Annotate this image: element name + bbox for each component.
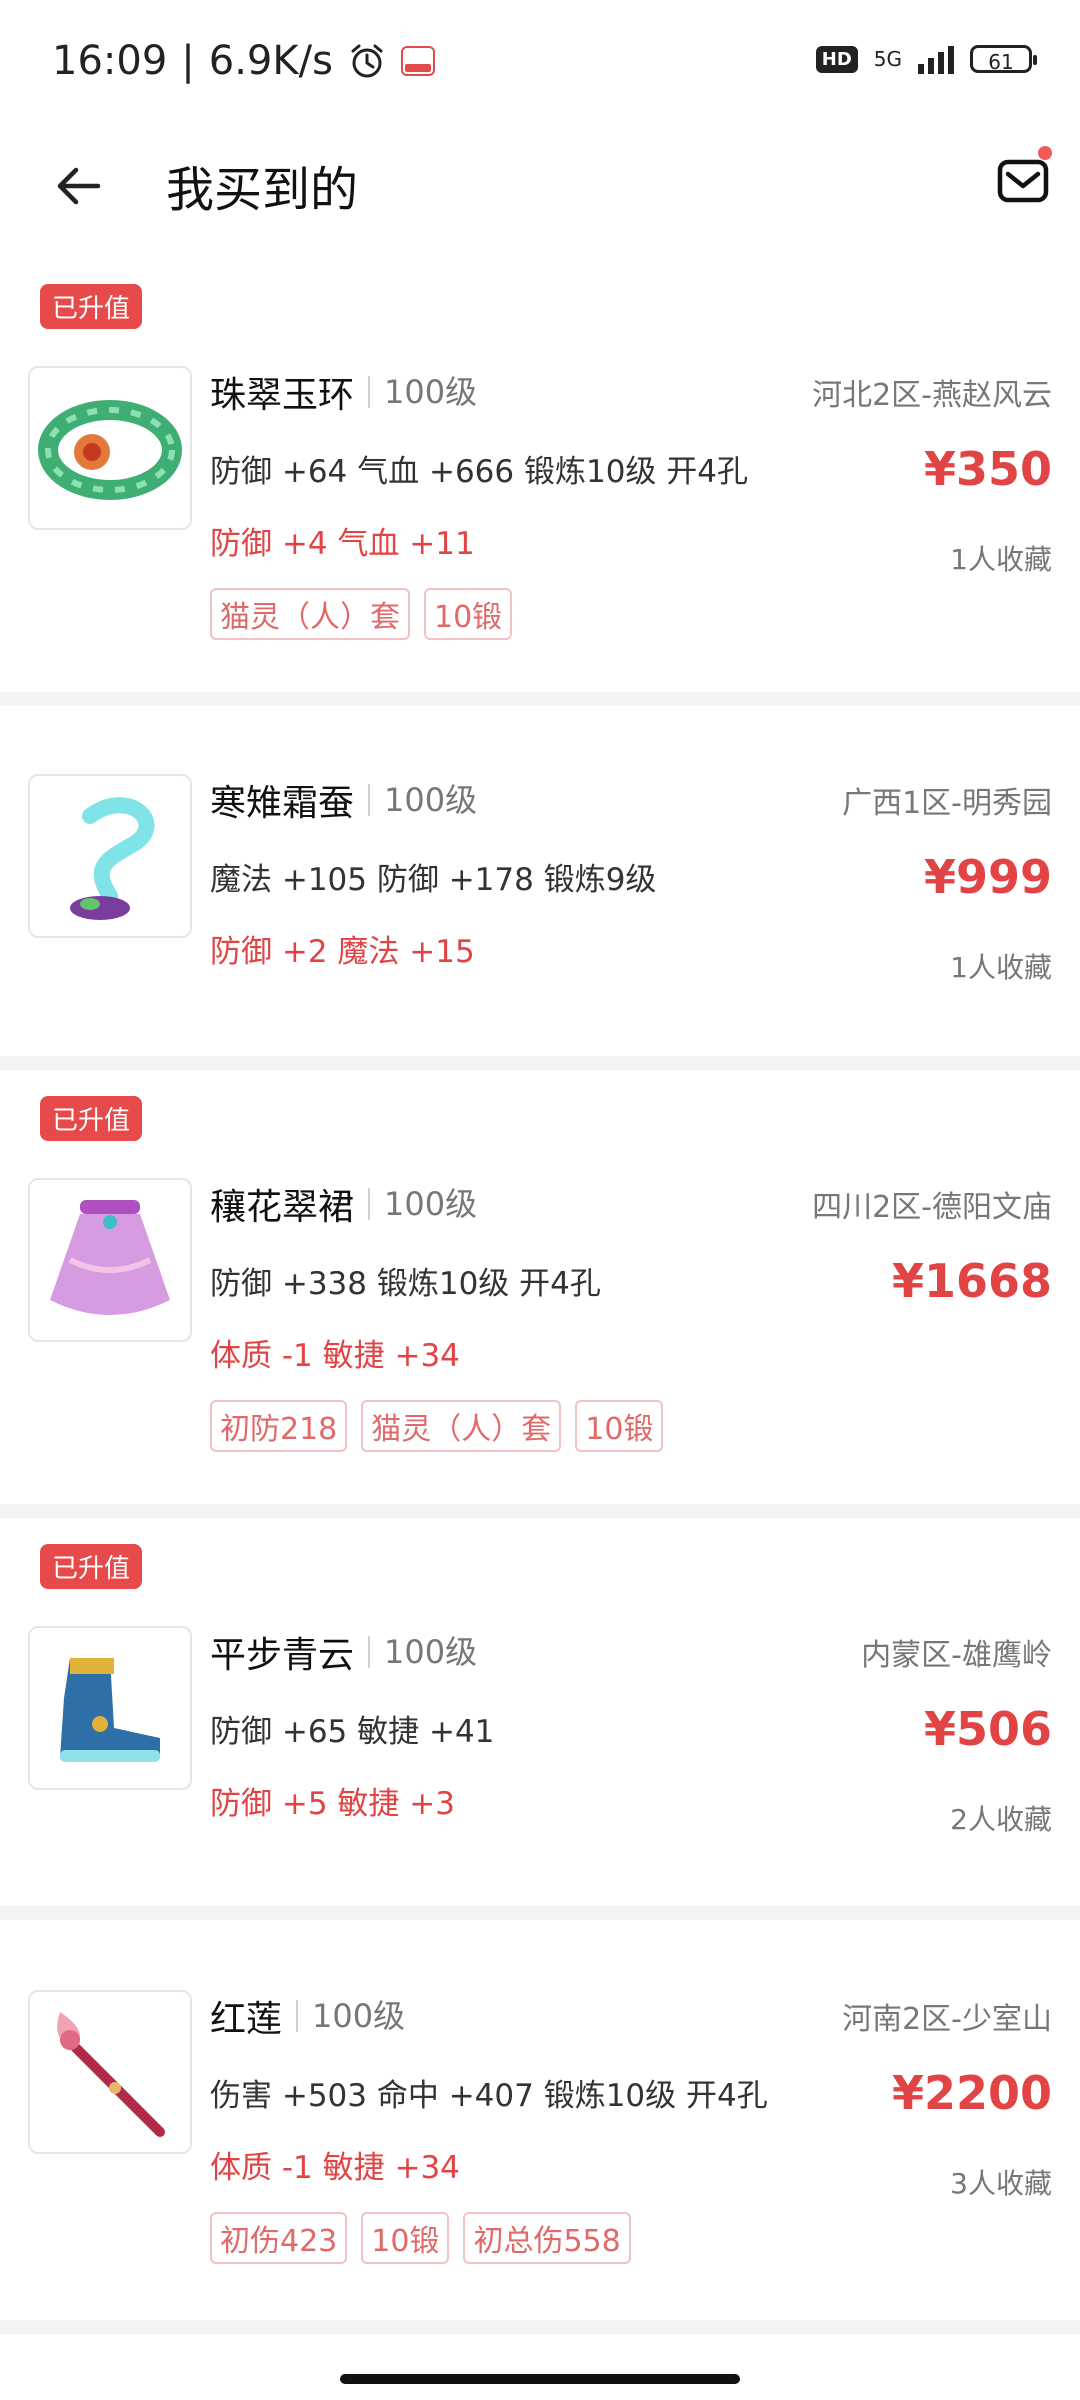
item-name-row: 平步青云 100级: [210, 1626, 477, 1678]
item-tag: 猫灵（人）套: [210, 588, 410, 640]
item-tags: 初伤423 10锻 初总伤558: [210, 2212, 631, 2264]
item-level: 100级: [368, 376, 477, 408]
jade-bracelet-icon: [38, 400, 182, 500]
skirt-icon: [50, 1200, 170, 1315]
signal-icon: [918, 44, 954, 74]
item-price: ¥1668: [891, 1254, 1052, 1308]
hd-icon: HD: [815, 45, 858, 73]
appreciated-badge: 已升值: [40, 284, 143, 329]
item-stats: 防御 +65 敏捷 +41: [210, 1714, 495, 1750]
item-bonus: 体质 -1 敏捷 +34: [210, 1338, 460, 1374]
item-thumbnail: [28, 1990, 192, 2154]
item-tag: 10锻: [575, 1400, 664, 1452]
page-title: 我买到的: [166, 162, 359, 218]
mail-icon[interactable]: [996, 152, 1052, 208]
item-name: 平步青云: [210, 1635, 355, 1676]
divider: [0, 1056, 1080, 1070]
list-item[interactable]: 已升值 珠翠玉环 100级 河北2区-燕赵风云 防御 +64 气血 +666 锻…: [0, 270, 1080, 690]
item-tag: 10锻: [424, 588, 513, 640]
item-tags: 初防218 猫灵（人）套 10锻: [210, 1400, 664, 1452]
item-thumbnail: [28, 1626, 192, 1790]
item-favorites: 2人收藏: [950, 1803, 1052, 1836]
status-right: HD 5G 61: [815, 44, 1037, 74]
item-bonus: 防御 +2 魔法 +15: [210, 934, 475, 970]
item-name-row: 穰花翠裙 100级: [210, 1178, 477, 1230]
notification-app-icon: [400, 46, 435, 76]
item-name-row: 珠翠玉环 100级: [210, 366, 477, 418]
item-bonus: 体质 -1 敏捷 +34: [210, 2150, 460, 2186]
item-tag: 初防218: [210, 1400, 348, 1452]
item-tag: 猫灵（人）套: [361, 1400, 562, 1452]
item-favorites: 1人收藏: [950, 951, 1052, 984]
item-thumbnail: [28, 1178, 192, 1342]
item-server: 河北2区-燕赵风云: [812, 378, 1052, 413]
item-level: 100级: [368, 1636, 477, 1668]
boots-icon: [60, 1658, 160, 1762]
status-time: 16:09: [52, 38, 168, 84]
item-price: ¥2200: [891, 2066, 1052, 2120]
item-stats: 魔法 +105 防御 +178 锻炼9级: [210, 862, 657, 898]
lotus-staff-icon: [57, 2012, 165, 2137]
divider: [0, 692, 1080, 706]
status-speed: 6.9K/s: [208, 38, 333, 84]
list-item[interactable]: 寒雉霜蚕 100级 广西1区-明秀园 魔法 +105 防御 +178 锻炼9级 …: [0, 706, 1080, 1056]
unread-dot: [1038, 146, 1052, 160]
home-indicator[interactable]: [340, 2374, 740, 2384]
item-price: ¥506: [923, 1702, 1052, 1756]
item-price: ¥999: [923, 850, 1052, 904]
item-tag: 初伤423: [210, 2212, 348, 2264]
status-left: 16:09 | 6.9K/s: [52, 38, 435, 84]
item-level: 100级: [296, 2000, 405, 2032]
alarm-icon: [351, 44, 383, 78]
item-thumbnail: [28, 774, 192, 938]
silkworm-item-icon: [70, 797, 155, 920]
list-item[interactable]: 红莲 100级 河南2区-少室山 伤害 +503 命中 +407 锻炼10级 开…: [0, 1920, 1080, 2320]
item-name: 寒雉霜蚕: [210, 783, 355, 824]
item-level: 100级: [368, 784, 477, 816]
item-favorites: 1人收藏: [950, 543, 1052, 576]
item-name-row: 寒雉霜蚕 100级: [210, 774, 477, 826]
item-stats: 防御 +338 锻炼10级 开4孔: [210, 1266, 601, 1302]
item-tags: 猫灵（人）套 10锻: [210, 588, 513, 640]
item-tag: 10锻: [361, 2212, 450, 2264]
item-bonus: 防御 +4 气血 +11: [210, 526, 475, 562]
status-bar: 16:09 | 6.9K/s HD 5G 61: [0, 0, 1080, 120]
divider: [0, 1504, 1080, 1518]
item-name: 穰花翠裙: [210, 1187, 355, 1228]
item-stats: 防御 +64 气血 +666 锻炼10级 开4孔: [210, 454, 749, 490]
list-item[interactable]: 已升值 穰花翠裙 100级 四川2区-德阳文庙 防御 +338 锻炼10级 开4…: [0, 1070, 1080, 1504]
item-price: ¥350: [923, 442, 1052, 496]
item-server: 河南2区-少室山: [842, 2002, 1052, 2037]
network-type: 5G: [873, 47, 902, 71]
item-tag: 初总伤558: [463, 2212, 631, 2264]
item-name: 红莲: [210, 1999, 283, 2040]
arrow-left-icon[interactable]: [50, 158, 106, 214]
appreciated-badge: 已升值: [40, 1544, 143, 1589]
top-bar: 我买到的: [0, 130, 1080, 240]
item-server: 四川2区-德阳文庙: [812, 1190, 1052, 1225]
list-item[interactable]: 已升值 平步青云 100级 内蒙区-雄鹰岭 防御 +65 敏捷 +41 ¥506…: [0, 1518, 1080, 1906]
item-thumbnail: [28, 366, 192, 530]
item-server: 内蒙区-雄鹰岭: [861, 1638, 1052, 1673]
item-bonus: 防御 +5 敏捷 +3: [210, 1786, 455, 1822]
item-name-row: 红莲 100级: [210, 1990, 405, 2042]
item-favorites: 3人收藏: [950, 2167, 1052, 2200]
battery-icon: 61: [970, 45, 1037, 74]
divider: [0, 2320, 1080, 2334]
item-name: 珠翠玉环: [210, 375, 355, 416]
item-server: 广西1区-明秀园: [842, 786, 1052, 821]
appreciated-badge: 已升值: [40, 1096, 143, 1141]
divider: [0, 1906, 1080, 1920]
status-divider: |: [181, 38, 195, 84]
item-stats: 伤害 +503 命中 +407 锻炼10级 开4孔: [210, 2078, 768, 2114]
item-level: 100级: [368, 1188, 477, 1220]
